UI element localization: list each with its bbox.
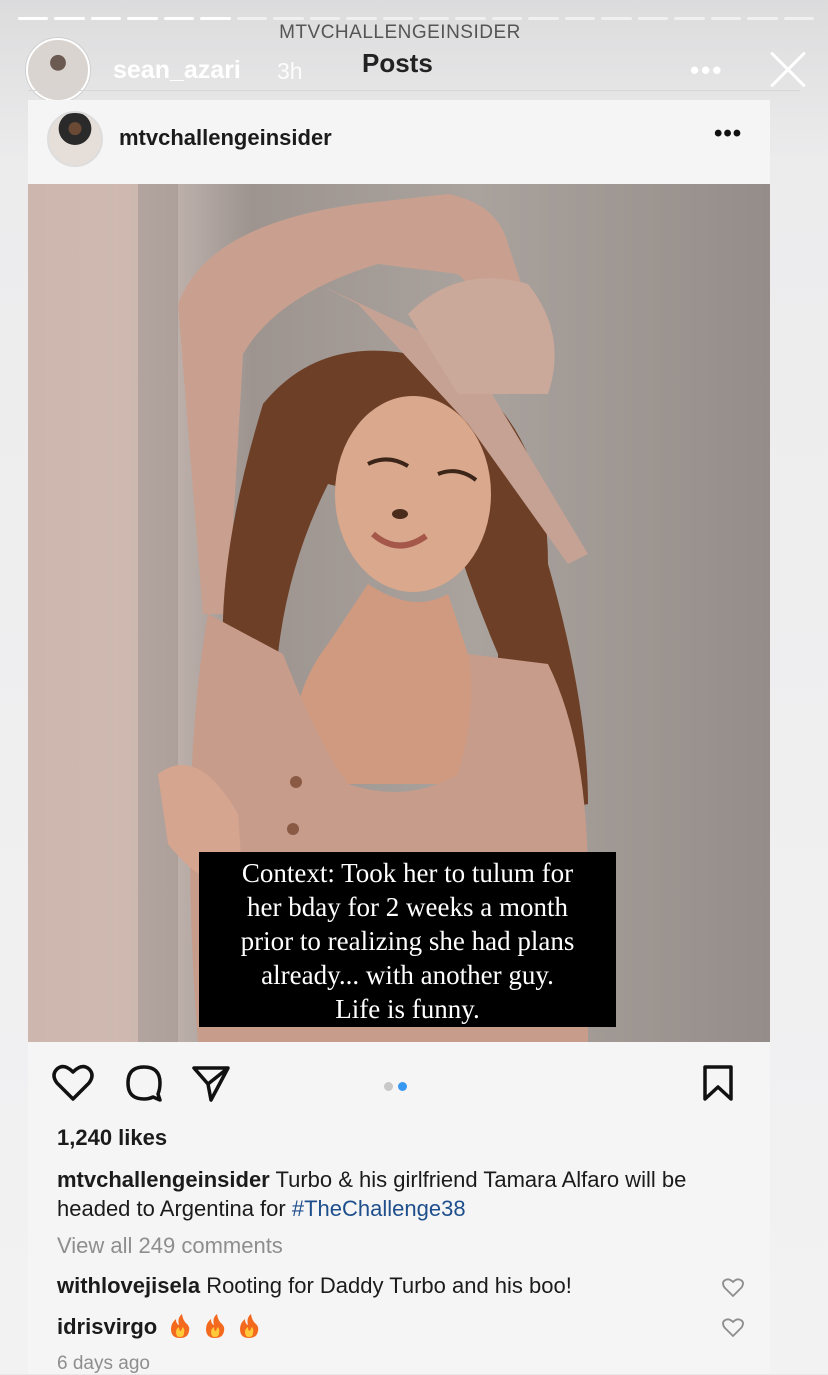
close-icon[interactable] (766, 48, 810, 92)
comment-username[interactable]: idrisvirgo (57, 1314, 157, 1339)
heart-icon[interactable] (52, 1064, 94, 1102)
caption-username[interactable]: mtvchallengeinsider (57, 1167, 270, 1192)
comment-text: Rooting for Daddy Turbo and his boo! (206, 1273, 572, 1298)
carousel-indicator (384, 1082, 407, 1091)
post-timestamp: 6 days ago (57, 1353, 150, 1374)
story-header: MTVCHALLENGEINSIDER Posts sean_azari 3h … (0, 0, 828, 102)
screen-title: Posts (362, 48, 433, 78)
fire-icon (171, 1314, 190, 1338)
post-caption: mtvchallengeinsider Turbo & his girlfrie… (57, 1165, 747, 1223)
overlay-line: Context: Took her to tulum for (241, 858, 574, 888)
like-count[interactable]: 1,240 likes (57, 1125, 167, 1151)
overlay-line: already... with another guy. (261, 960, 554, 990)
story-more-button[interactable]: ••• (690, 55, 723, 86)
post-photo[interactable]: Context: Took her to tulum for her bday … (28, 184, 770, 1042)
story-timestamp: 3h (277, 58, 303, 84)
comment-row: idrisvirgo (57, 1313, 717, 1340)
caption-hashtag[interactable]: #TheChallenge38 (292, 1196, 466, 1221)
comment-like-heart-icon[interactable] (722, 1318, 744, 1338)
post-more-button[interactable]: ••• (714, 120, 742, 148)
post-header: mtvchallengeinsider ••• (28, 100, 770, 184)
share-icon[interactable] (191, 1064, 231, 1102)
comment-icon[interactable] (125, 1064, 163, 1102)
view-all-comments-link[interactable]: View all 249 comments (57, 1233, 283, 1259)
header-divider (28, 90, 800, 91)
overlay-line: her bday for 2 weeks a month (247, 892, 568, 922)
carousel-dot (384, 1082, 393, 1091)
carousel-dot-active (398, 1082, 407, 1091)
comment-username[interactable]: withlovejisela (57, 1273, 200, 1298)
post-username[interactable]: mtvchallengeinsider (119, 125, 332, 151)
overlay-line: prior to realizing she had plans (240, 926, 575, 956)
comment-like-heart-icon[interactable] (722, 1278, 744, 1298)
story-caption-overlay: Context: Took her to tulum for her bday … (199, 852, 616, 1027)
post-avatar[interactable] (47, 111, 103, 167)
fire-icon (239, 1314, 258, 1338)
story-avatar[interactable] (26, 38, 90, 102)
story-username[interactable]: sean_azari (113, 56, 241, 85)
fire-icon (205, 1314, 224, 1338)
post-card: mtvchallengeinsider ••• Context: Took he… (28, 100, 770, 1374)
comment-row: withlovejisela Rooting for Daddy Turbo a… (57, 1273, 717, 1299)
bookmark-icon[interactable] (702, 1064, 734, 1102)
overlay-line: Life is funny. (335, 994, 480, 1024)
post-actions (28, 1052, 770, 1112)
screen-subtitle: MTVCHALLENGEINSIDER (279, 22, 521, 43)
